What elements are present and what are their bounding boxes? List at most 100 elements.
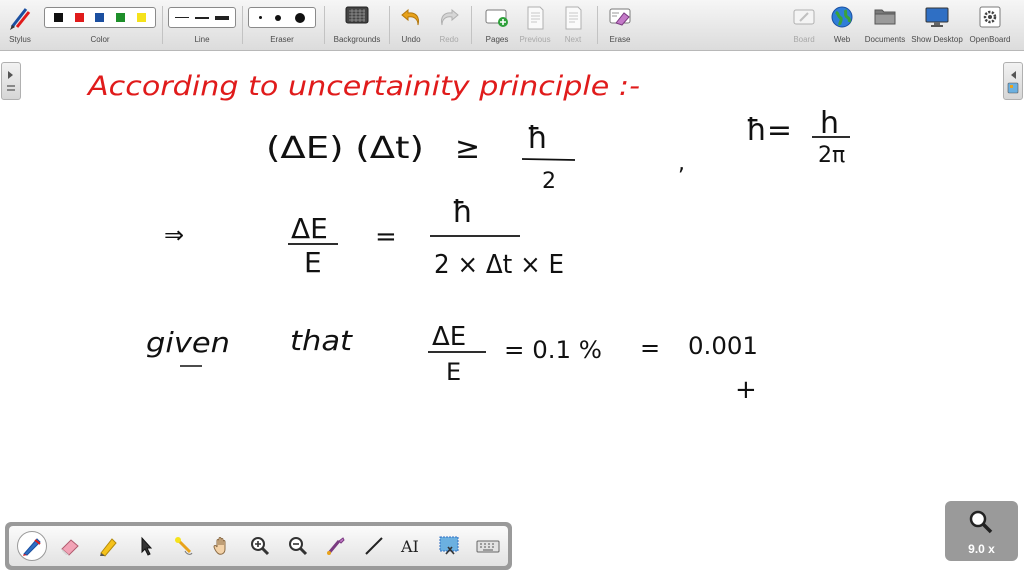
board-button[interactable]: Board — [788, 0, 820, 50]
eraser-group: Eraser — [248, 0, 316, 50]
color-swatch-black[interactable] — [53, 13, 63, 22]
zoom-in-icon — [251, 537, 270, 556]
hand-icon — [213, 537, 226, 555]
toolbar-separator — [242, 6, 243, 44]
undo-button[interactable]: Undo — [395, 0, 427, 50]
globe-icon — [831, 6, 853, 28]
pen-tool[interactable] — [17, 531, 47, 561]
decimal-value: 0.001 — [688, 332, 758, 360]
implies-arrow: ⇒ — [164, 221, 184, 249]
add-page-icon — [485, 9, 508, 27]
redo-label: Redo — [439, 35, 459, 44]
virtual-keyboard-tool[interactable] — [473, 531, 503, 561]
eraser-tool[interactable] — [55, 531, 85, 561]
highlighter-icon — [100, 538, 117, 557]
openboard-button[interactable]: OpenBoard — [966, 0, 1014, 50]
line-width-selector — [168, 7, 236, 28]
line-thick-option[interactable] — [215, 15, 229, 20]
line-medium-option[interactable] — [195, 16, 209, 19]
stylus-label: Stylus — [9, 35, 31, 44]
redo-button[interactable]: Redo — [433, 0, 465, 50]
folder-icon — [874, 9, 896, 25]
geq-symbol: ≥ — [455, 131, 480, 166]
capture-tool[interactable] — [321, 531, 351, 561]
laser-pointer-icon — [175, 537, 193, 555]
given-denominator: E — [446, 358, 461, 386]
eraser-medium-option[interactable] — [275, 14, 282, 21]
given-value: = 0.1 % — [504, 336, 602, 364]
color-swatch-blue[interactable] — [95, 13, 105, 22]
toolbar-separator — [471, 6, 472, 44]
toolbar-separator — [597, 6, 598, 44]
next-label: Next — [564, 35, 582, 44]
line-thin-option[interactable] — [175, 17, 189, 18]
backgrounds-label: Backgrounds — [333, 35, 381, 44]
monitor-icon — [925, 7, 949, 27]
web-label: Web — [833, 35, 851, 44]
ratio-denominator: E — [304, 246, 322, 279]
heading-text: According to uncertainity principle :- — [86, 71, 640, 102]
ratio-numerator: ΔE — [291, 212, 328, 245]
color-swatch-yellow[interactable] — [137, 13, 147, 22]
board-icon — [793, 9, 815, 25]
zoom-in-tool[interactable] — [245, 531, 275, 561]
next-page-button[interactable]: Next — [554, 0, 592, 50]
screen-capture-icon — [439, 536, 459, 555]
whiteboard-canvas[interactable]: According to uncertainity principle :- (… — [0, 51, 1024, 576]
previous-page-button[interactable]: Previous — [516, 0, 554, 50]
equals-sign: = — [375, 222, 397, 252]
eraser-icon — [61, 539, 79, 556]
toolbar-separator — [162, 6, 163, 44]
line-tool[interactable] — [359, 531, 389, 561]
previous-label: Previous — [519, 35, 551, 44]
documents-button[interactable]: Documents — [862, 0, 908, 50]
line-icon — [365, 537, 383, 555]
two-pi: 2π — [818, 143, 845, 168]
erase-button[interactable]: Erase — [603, 0, 637, 50]
denominator-two: 2 — [542, 169, 556, 194]
given-numerator: ΔE — [432, 322, 466, 352]
show-desktop-button[interactable]: Show Desktop — [910, 0, 964, 50]
previous-page-icon — [527, 6, 544, 30]
hand-tool[interactable] — [207, 531, 237, 561]
planck-h: h — [820, 106, 839, 141]
stylus-button[interactable]: Stylus — [4, 0, 36, 50]
zoom-widget[interactable]: 9.0 x — [945, 501, 1018, 561]
cursor-crosshair: + — [735, 375, 757, 405]
laser-pointer-tool[interactable] — [169, 531, 199, 561]
eraser-small-option[interactable] — [258, 16, 262, 19]
text-tool[interactable]: AI — [397, 531, 427, 561]
board-label: Board — [793, 35, 815, 44]
openboard-label: OpenBoard — [969, 35, 1011, 44]
fraction-bar — [521, 158, 576, 161]
settings-gear-icon — [979, 6, 1001, 28]
web-button[interactable]: Web — [826, 0, 858, 50]
eraser-size-selector — [248, 7, 316, 28]
color-group: Color — [44, 0, 156, 50]
highlighter-tool[interactable] — [93, 531, 123, 561]
svg-text:AI: AI — [400, 537, 419, 556]
line-label: Line — [194, 35, 210, 44]
hbar-numerator: ħ — [527, 121, 548, 156]
screen-capture-tool[interactable] — [435, 531, 465, 561]
color-palette — [44, 7, 156, 28]
equals-sign-2: = — [640, 334, 660, 362]
undo-icon — [401, 8, 419, 26]
color-swatch-red[interactable] — [74, 13, 84, 22]
undo-label: Undo — [401, 35, 421, 44]
backgrounds-icon — [345, 6, 369, 24]
rhs-denominator: 2 × Δt × E — [434, 250, 564, 280]
that-word: that — [290, 324, 353, 357]
capture-icon — [327, 537, 345, 555]
zoom-out-tool[interactable] — [283, 531, 313, 561]
zoom-level-label: 9.0 x — [968, 542, 995, 556]
color-swatch-green[interactable] — [116, 13, 126, 22]
show-desktop-label: Show Desktop — [911, 35, 963, 44]
tool-dock-panel: AI — [9, 526, 508, 566]
erase-label: Erase — [609, 35, 631, 44]
selector-tool[interactable] — [131, 531, 161, 561]
pages-label: Pages — [485, 35, 509, 44]
pages-button[interactable]: Pages — [478, 0, 516, 50]
backgrounds-button[interactable]: Backgrounds — [330, 0, 384, 50]
eraser-large-option[interactable] — [295, 12, 306, 23]
